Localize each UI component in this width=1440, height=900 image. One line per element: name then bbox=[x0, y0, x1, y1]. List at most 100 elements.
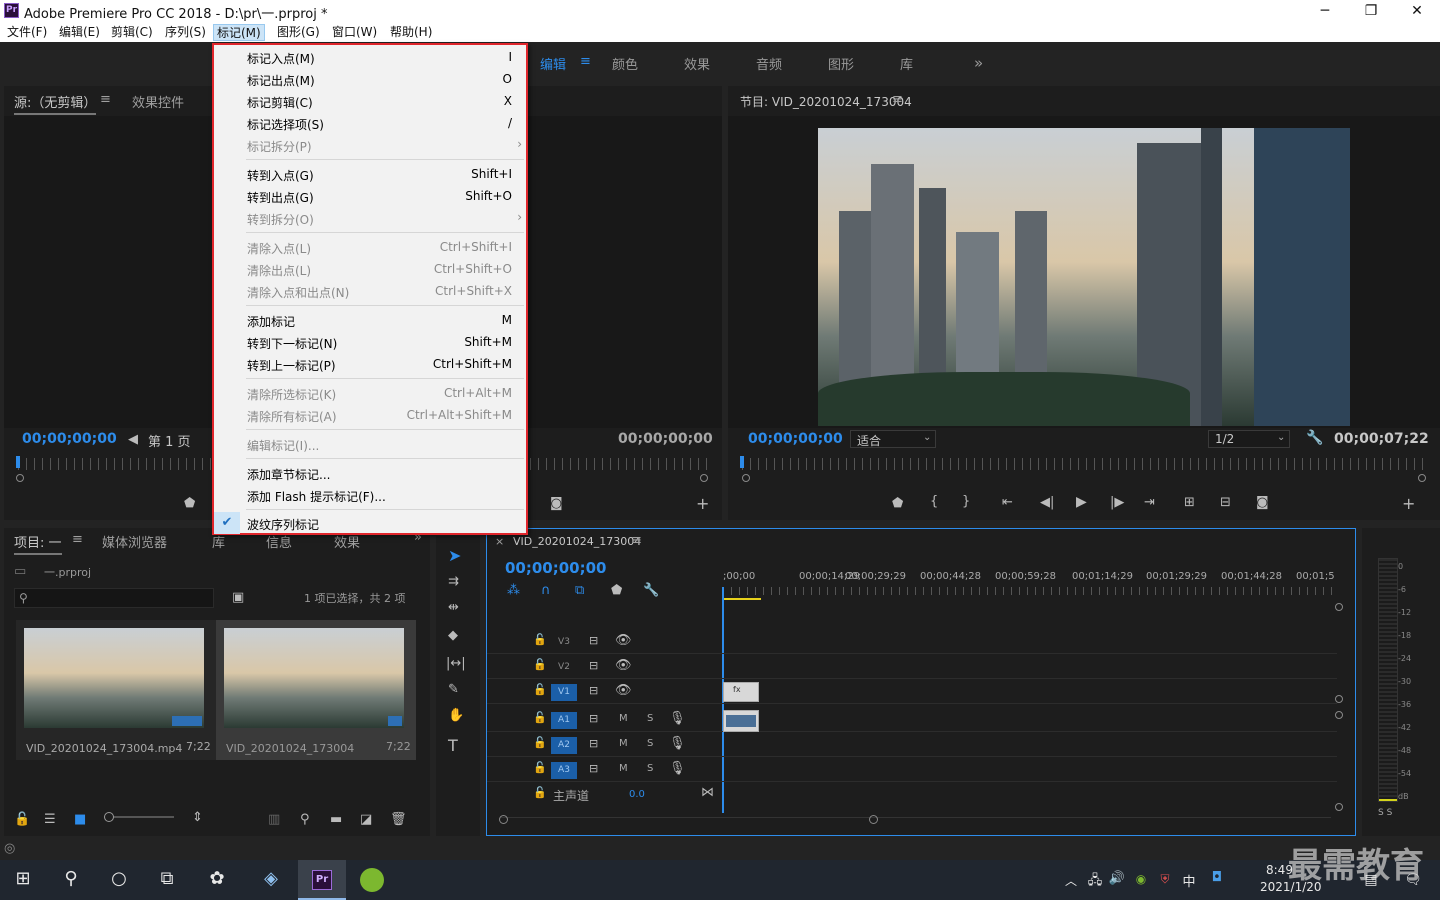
track-label-v2[interactable]: V2 bbox=[551, 659, 577, 676]
trash-icon[interactable]: 🗑 bbox=[390, 812, 407, 827]
hand-tool-icon[interactable]: ✋ bbox=[448, 708, 464, 723]
slip-tool-icon[interactable]: |↔| bbox=[446, 656, 466, 671]
snap-icon[interactable]: ∩ bbox=[541, 583, 551, 598]
windows-start-icon[interactable]: ⊞ bbox=[8, 868, 38, 889]
timeline-close-icon[interactable]: × bbox=[495, 535, 504, 548]
project-item-clip[interactable]: VID_20201024_173004.mp4 7;22 bbox=[16, 620, 216, 760]
lock-icon[interactable]: 🔓 bbox=[14, 812, 30, 827]
lock-icon[interactable]: 🔓 bbox=[533, 711, 547, 724]
project-tab[interactable]: 项目: 一 bbox=[14, 532, 62, 555]
cortana-icon[interactable]: ○ bbox=[104, 868, 134, 889]
sync-lock-icon[interactable]: ⊟ bbox=[589, 762, 598, 775]
new-bin-icon[interactable]: ▬ bbox=[330, 812, 342, 827]
new-bin-from-search-icon[interactable]: ▣ bbox=[232, 590, 244, 605]
eye-icon[interactable]: 👁 bbox=[615, 683, 632, 698]
menu-item-add-flash-cue-marker[interactable]: 添加 Flash 提示标记(F)... bbox=[214, 484, 526, 506]
menu-sequence[interactable]: 序列(S) bbox=[162, 24, 209, 41]
extract-icon[interactable]: ⊟ bbox=[1220, 495, 1231, 510]
lock-icon[interactable]: 🔓 bbox=[533, 633, 547, 646]
program-playhead[interactable] bbox=[740, 456, 744, 468]
workspace-more-icon[interactable]: » bbox=[974, 54, 983, 72]
zoom-slider-handle[interactable] bbox=[104, 812, 114, 822]
workspace-color[interactable]: 颜色 bbox=[612, 54, 638, 73]
notification-center-icon[interactable]: 🗨 bbox=[1398, 872, 1428, 888]
play-icon[interactable]: ▶ bbox=[1076, 494, 1087, 510]
lock-icon[interactable]: 🔓 bbox=[533, 761, 547, 774]
h-scroll-handle-right[interactable] bbox=[869, 815, 878, 824]
menu-item-add-marker[interactable]: 添加标记 M bbox=[214, 309, 526, 331]
maximize-button[interactable]: ❐ bbox=[1348, 0, 1394, 22]
mute-button[interactable]: M bbox=[619, 738, 628, 749]
track-label-v3[interactable]: V3 bbox=[551, 634, 577, 651]
menu-help[interactable]: 帮助(H) bbox=[387, 24, 435, 41]
menu-item-previous-marker[interactable]: 转到上一标记(P) Ctrl+Shift+M bbox=[214, 353, 526, 375]
menu-item-mark-clip[interactable]: 标记剪辑(C) X bbox=[214, 90, 526, 112]
track-label-a1[interactable]: A1 bbox=[551, 712, 577, 729]
video-clip[interactable]: fx bbox=[723, 682, 759, 702]
page-back-icon[interactable]: ◀ bbox=[128, 432, 138, 447]
ime-indicator[interactable]: 中 bbox=[1174, 871, 1204, 890]
source-playhead[interactable] bbox=[16, 456, 20, 468]
step-back-icon[interactable]: ◀| bbox=[1040, 495, 1054, 510]
minimize-button[interactable]: ─ bbox=[1302, 0, 1348, 22]
quality-dropdown[interactable]: 1/2 ⌄ bbox=[1208, 430, 1290, 448]
source-tab-menu-icon[interactable]: ≡ bbox=[100, 92, 111, 107]
sort-icon[interactable]: ⇕ bbox=[192, 810, 203, 825]
qq-icon[interactable]: ◘ bbox=[1202, 870, 1232, 885]
list-view-icon[interactable]: ☰ bbox=[44, 812, 56, 827]
effect-controls-tab[interactable]: 效果控件 bbox=[132, 92, 184, 111]
step-forward-icon[interactable]: |▶ bbox=[1110, 495, 1124, 510]
solo-button[interactable]: S bbox=[647, 713, 653, 724]
program-ruler[interactable] bbox=[742, 458, 1426, 470]
menu-window[interactable]: 窗口(W) bbox=[329, 24, 380, 41]
export-frame-icon[interactable]: ◙ bbox=[1256, 495, 1269, 510]
menu-item-mark-out[interactable]: 标记出点(M) O bbox=[214, 68, 526, 90]
pinwheel-app-icon[interactable]: ✿ bbox=[202, 868, 232, 889]
close-button[interactable]: ✕ bbox=[1394, 0, 1440, 22]
ripple-edit-tool-icon[interactable]: ⇹ bbox=[448, 600, 459, 615]
menu-file[interactable]: 文件(F) bbox=[4, 24, 50, 41]
source-add-button-icon[interactable]: + bbox=[696, 494, 709, 513]
timeline-menu-icon[interactable]: ≡ bbox=[631, 533, 642, 548]
meter-solo-buttons[interactable]: S S bbox=[1378, 808, 1392, 818]
icon-view-icon[interactable]: ■ bbox=[74, 812, 86, 827]
automate-icon[interactable]: ▥ bbox=[268, 812, 280, 827]
wrench-icon[interactable]: 🔧 bbox=[1306, 430, 1323, 446]
mute-button[interactable]: M bbox=[619, 713, 628, 724]
source-timecode-in[interactable]: 00;00;00;00 bbox=[22, 431, 117, 447]
program-title[interactable]: 节目: VID_20201024_173004 bbox=[740, 93, 912, 110]
notes-app-icon[interactable]: ◈ bbox=[256, 868, 286, 889]
notes-icon[interactable]: ▤ bbox=[1356, 872, 1386, 888]
video-scroll-handle-top[interactable] bbox=[1335, 603, 1343, 611]
new-item-icon[interactable]: ◪ bbox=[360, 812, 372, 827]
go-to-out-point-icon[interactable]: ⋈ bbox=[701, 785, 714, 800]
menu-item-mark-in[interactable]: 标记入点(M) I bbox=[214, 46, 526, 68]
menu-marker[interactable]: 标记(M) bbox=[213, 24, 265, 41]
microphone-icon[interactable]: 🎙 bbox=[669, 736, 686, 751]
project-item-sequence[interactable]: VID_20201024_173004 7;22 bbox=[216, 620, 416, 760]
search-icon[interactable]: ⚲ bbox=[56, 868, 86, 889]
project-tab-menu-icon[interactable]: ≡ bbox=[72, 532, 83, 547]
menu-item-add-chapter-marker[interactable]: 添加章节标记... bbox=[214, 462, 526, 484]
workspace-audio[interactable]: 音频 bbox=[756, 54, 782, 73]
track-label-a3[interactable]: A3 bbox=[551, 762, 577, 779]
fit-dropdown[interactable]: 适合 ⌄ bbox=[850, 430, 936, 448]
source-marker-icon[interactable]: ⬟ bbox=[184, 496, 195, 511]
pen-tool-icon[interactable]: ✎ bbox=[448, 682, 459, 697]
timeline-ruler[interactable] bbox=[723, 587, 1335, 595]
menu-item-go-to-out[interactable]: 转到出点(G) Shift+O bbox=[214, 185, 526, 207]
sync-lock-icon[interactable]: ⊟ bbox=[589, 684, 598, 697]
eye-icon[interactable]: 👁 bbox=[615, 633, 632, 648]
timeline-timecode[interactable]: 00;00;00;00 bbox=[505, 559, 607, 577]
h-scroll-handle-left[interactable] bbox=[499, 815, 508, 824]
razor-tool-icon[interactable]: ◆ bbox=[448, 628, 458, 643]
lock-icon[interactable]: 🔓 bbox=[533, 736, 547, 749]
go-to-out-icon[interactable]: ⇥ bbox=[1144, 495, 1155, 510]
mark-out-icon[interactable]: } bbox=[962, 494, 970, 509]
source-tab[interactable]: 源:（无剪辑） bbox=[14, 92, 97, 115]
audio-clip[interactable] bbox=[723, 710, 759, 732]
timeline-tab[interactable]: VID_20201024_173004 bbox=[513, 535, 641, 548]
workspace-menu-icon[interactable]: ≡ bbox=[580, 54, 591, 69]
microphone-icon[interactable]: 🎙 bbox=[669, 761, 686, 776]
lift-icon[interactable]: ⊞ bbox=[1184, 495, 1195, 510]
